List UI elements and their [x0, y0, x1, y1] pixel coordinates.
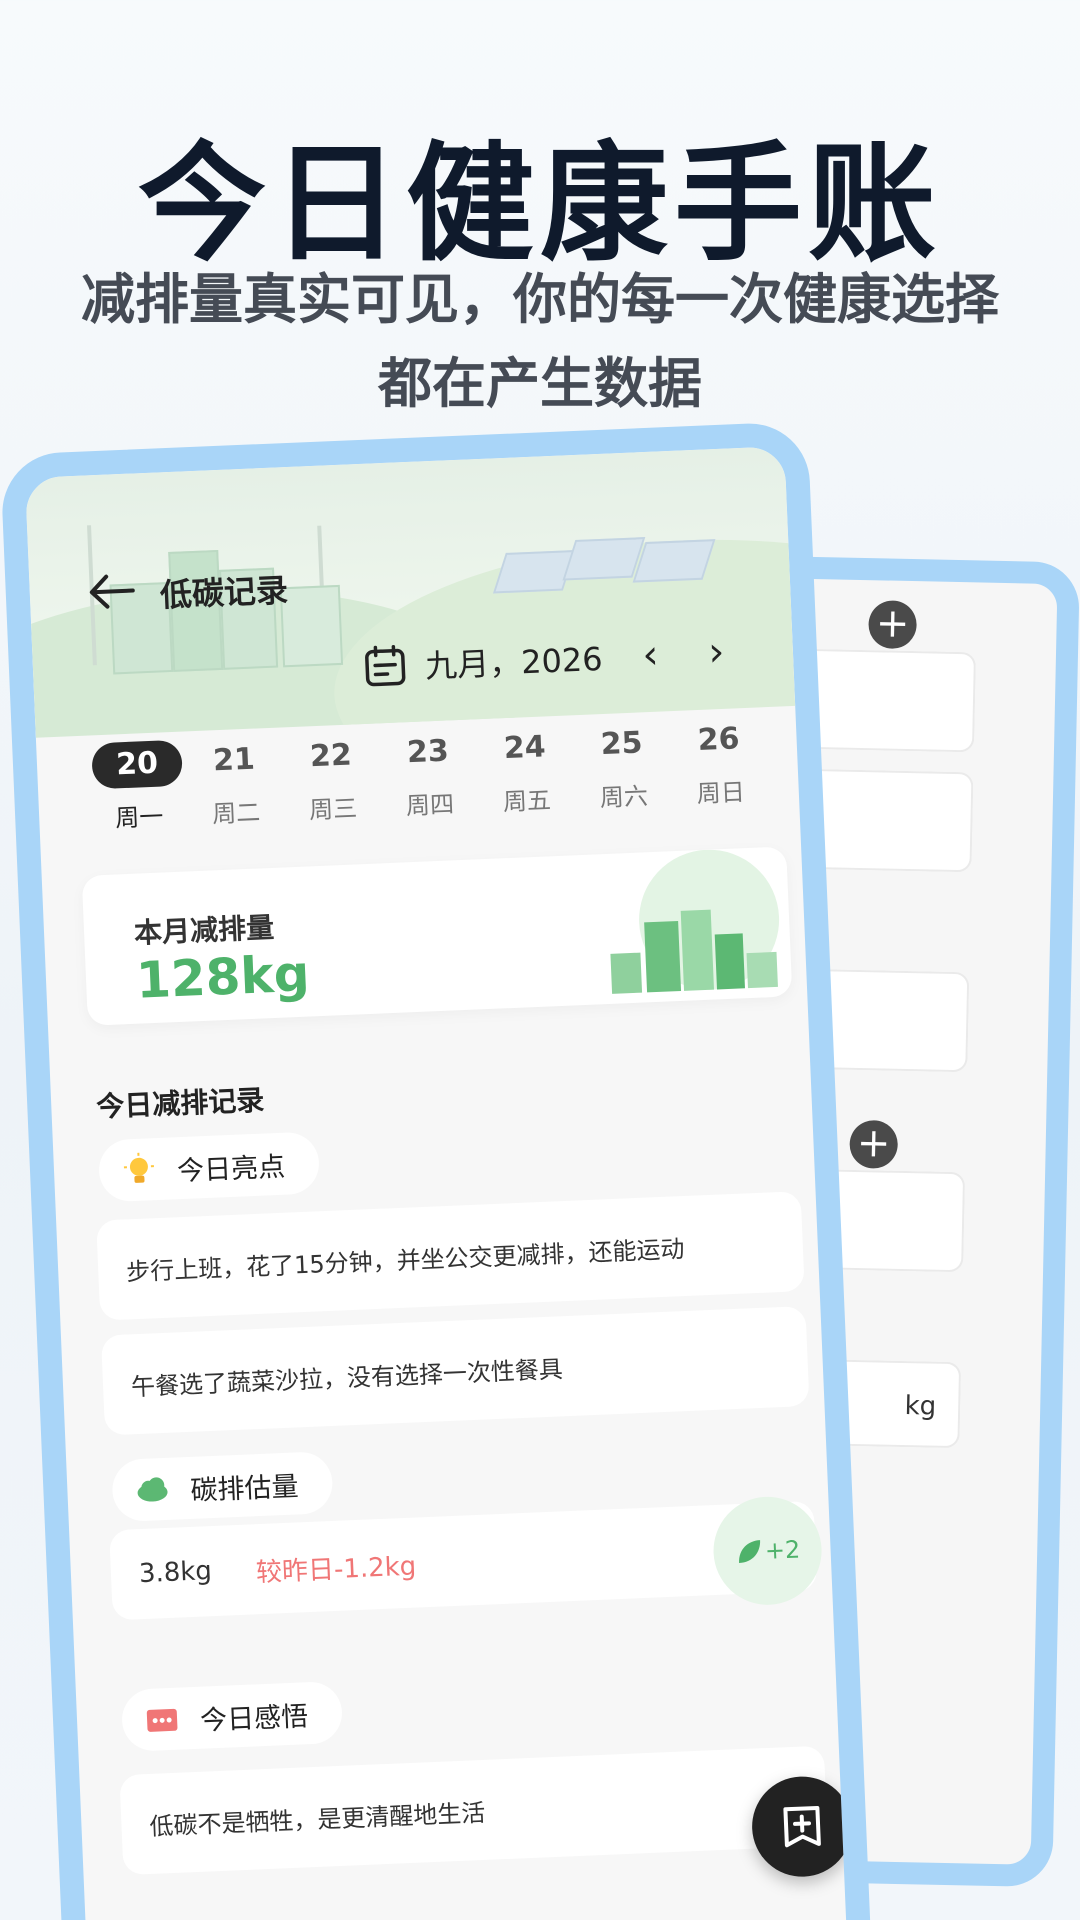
add-icon[interactable]: +	[868, 600, 918, 650]
week-strip: 20 周一 21 周二 22 周三 23 周四 24 周五 25 周六 26 周…	[91, 716, 755, 854]
day-weekday: 周五	[502, 786, 552, 817]
monthly-reduction-card: 本月减排量 128kg	[81, 846, 793, 1026]
unit-label: kg	[904, 1391, 937, 1422]
day-item[interactable]: 25 周六	[576, 719, 670, 814]
day-item[interactable]: 21 周二	[188, 736, 282, 831]
add-icon[interactable]: +	[849, 1119, 899, 1169]
highlight-tag: 今日亮点	[97, 1131, 321, 1203]
day-number: 26	[696, 721, 741, 759]
highlight-label: 今日亮点	[176, 1151, 286, 1187]
chevron-left-icon[interactable]: ‹	[631, 631, 669, 679]
co2-cloud-icon	[137, 1477, 168, 1502]
insight-text: 低碳不是牺牲，是更清醒地生活	[148, 1798, 486, 1841]
hero-subtitle-line1: 减排量真实可见，你的每一次健康选择	[81, 268, 999, 331]
day-weekday: 周六	[599, 782, 649, 813]
day-number: 20	[91, 739, 184, 790]
day-item[interactable]: 22 周三	[285, 732, 379, 827]
day-weekday: 周二	[211, 798, 261, 829]
day-item[interactable]: 26 周日	[673, 715, 767, 810]
insight-tag: 今日感悟	[120, 1680, 344, 1752]
section-title: 今日减排记录	[95, 1083, 265, 1124]
hero-subtitle: 减排量真实可见，你的每一次健康选择 都在产生数据	[40, 258, 1040, 426]
journal-icon	[146, 1708, 178, 1732]
insight-label: 今日感悟	[199, 1700, 309, 1737]
add-note-icon	[783, 1805, 821, 1848]
calendar-icon	[365, 644, 406, 687]
day-weekday: 周日	[696, 778, 746, 809]
page-title: 低碳记录	[159, 571, 289, 615]
list-item[interactable]: 午餐选了蔬菜沙拉，没有选择一次性餐具	[100, 1306, 810, 1436]
day-item[interactable]: 20 周一	[91, 739, 185, 835]
carbon-tag: 碳排估量	[111, 1451, 334, 1523]
day-number: 21	[212, 741, 256, 779]
day-weekday: 周三	[308, 794, 358, 825]
badge-value: +2	[764, 1535, 801, 1565]
day-number: 23	[406, 733, 450, 771]
monthly-value: 128kg	[134, 944, 311, 1010]
day-weekday: 周四	[405, 790, 455, 821]
monthly-label: 本月减排量	[133, 910, 275, 950]
chevron-right-icon[interactable]: ›	[697, 628, 735, 676]
hero-subtitle-line2: 都在产生数据	[378, 352, 702, 415]
day-item[interactable]: 23 周四	[382, 727, 476, 822]
points-badge: +2	[711, 1494, 824, 1608]
front-phone-mockup: 低碳记录 九月，2026 ‹ › 20 周一 21 周二 22 周三 23 周四	[0, 421, 873, 1920]
carbon-estimate-card: 3.8kg 较昨日-1.2kg +2	[109, 1494, 824, 1621]
lightbulb-icon	[123, 1152, 154, 1183]
entry-text: 午餐选了蔬菜沙拉，没有选择一次性餐具	[130, 1354, 564, 1401]
month-label: 九月，2026	[424, 639, 604, 686]
day-weekday: 周一	[114, 802, 164, 833]
leaf-icon	[739, 1540, 761, 1564]
list-item[interactable]: 低碳不是牺牲，是更清醒地生活	[119, 1745, 828, 1876]
arrow-left-icon[interactable]	[84, 563, 146, 625]
list-item[interactable]: 步行上班，花了15分钟，并坐公交更减排，还能运动	[96, 1191, 805, 1321]
entry-text: 步行上班，花了15分钟，并坐公交更减排，还能运动	[125, 1234, 685, 1286]
day-number: 25	[600, 725, 644, 763]
day-number: 24	[503, 729, 547, 767]
carbon-value: 3.8kg	[138, 1556, 213, 1590]
carbon-compare: 较昨日-1.2kg	[255, 1551, 417, 1589]
day-number: 22	[309, 737, 353, 775]
day-item[interactable]: 24 周五	[479, 723, 573, 818]
carbon-label: 碳排估量	[189, 1470, 300, 1507]
green-city-illustration	[586, 846, 792, 1004]
